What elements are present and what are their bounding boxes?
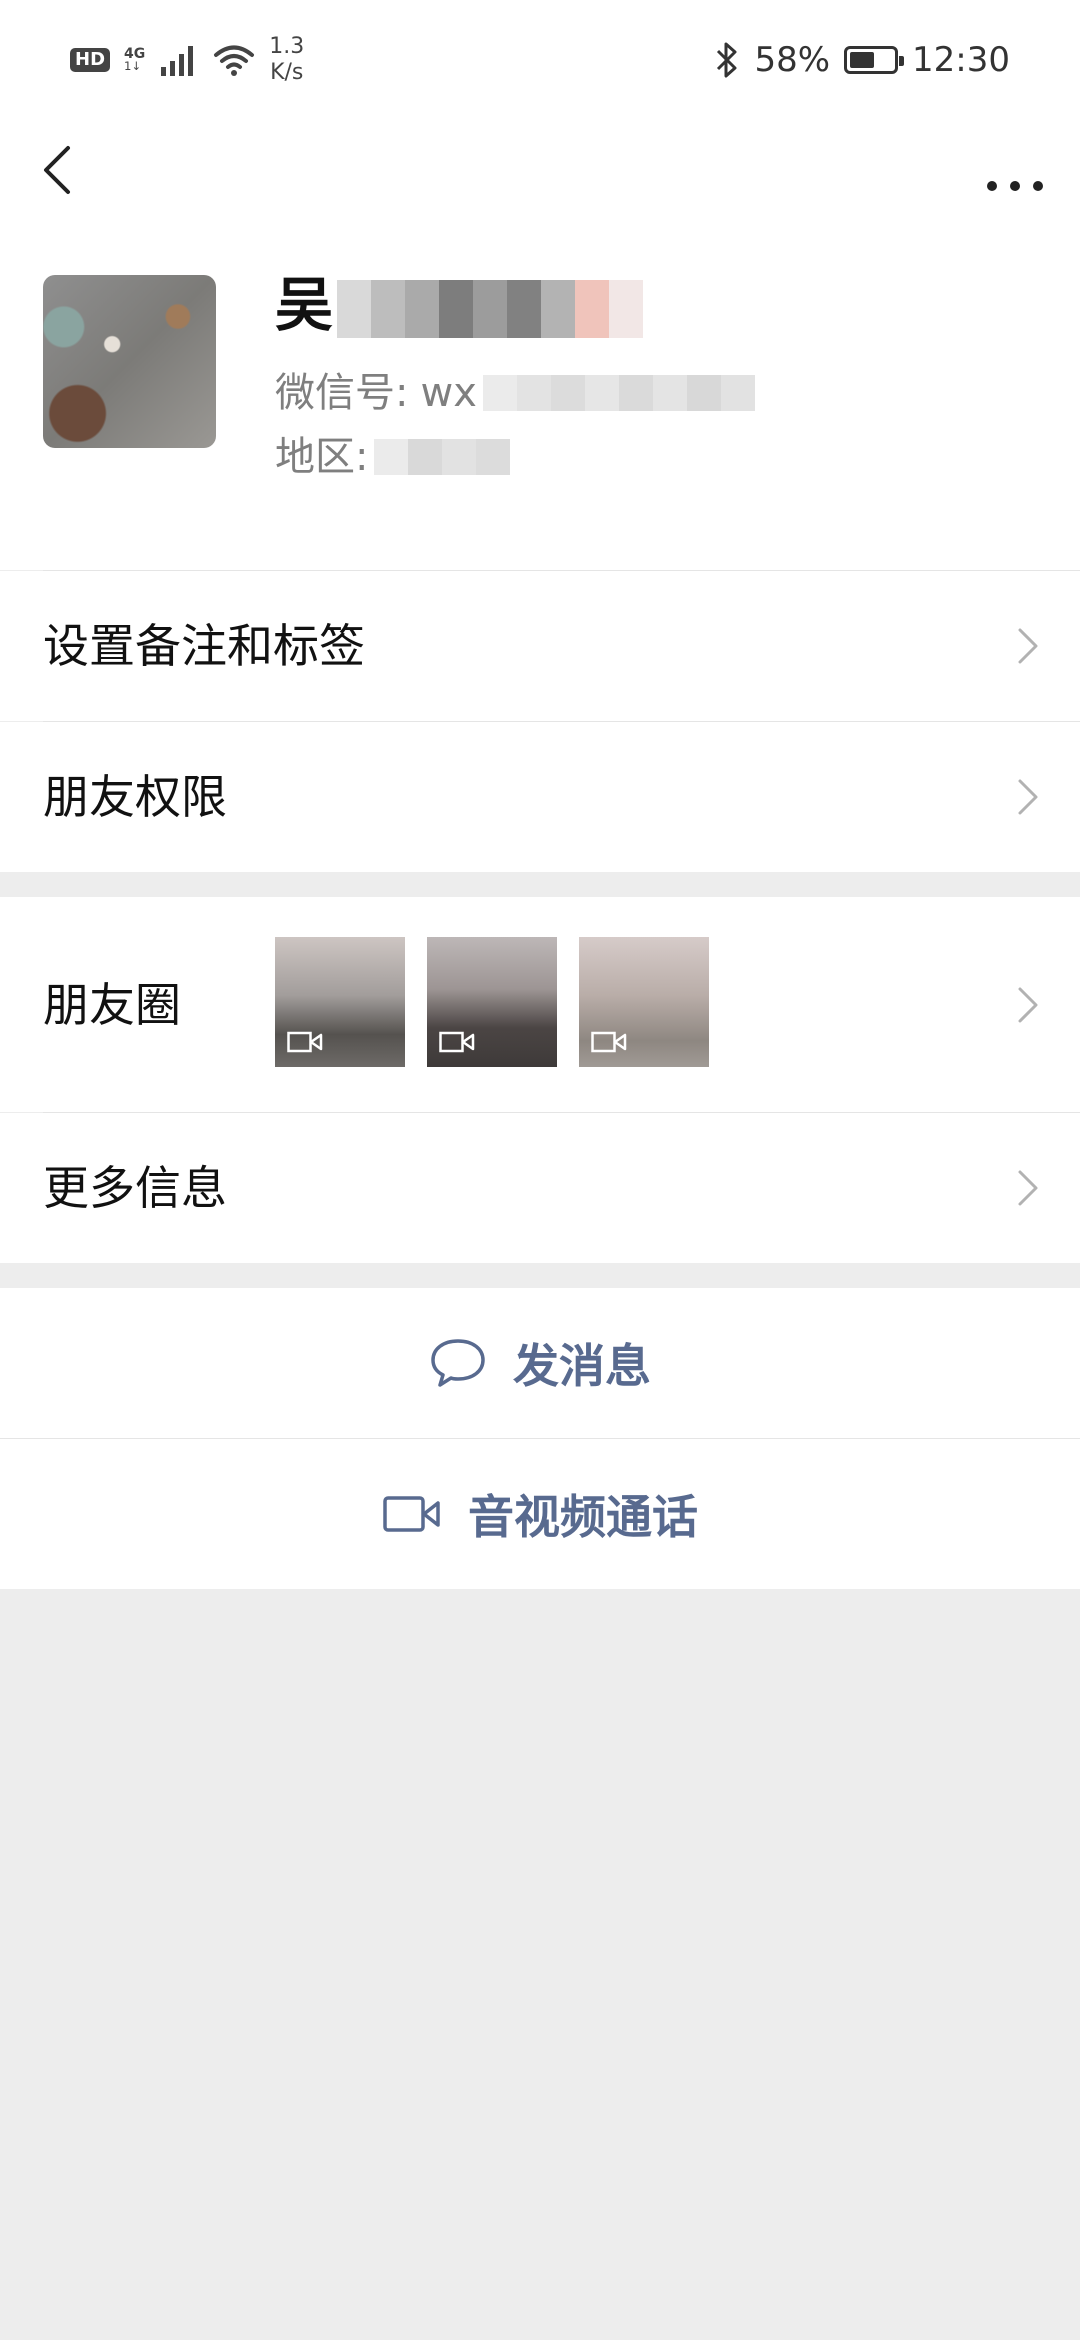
- chevron-right-icon: [1018, 628, 1038, 664]
- friend-permissions-label: 朋友权限: [43, 770, 227, 824]
- nickname-text: 吴: [275, 271, 334, 339]
- moments-label: 朋友圈: [43, 978, 181, 1032]
- avatar[interactable]: [43, 275, 216, 448]
- more-options-icon[interactable]: [980, 140, 1050, 200]
- moment-thumbnail: [275, 937, 405, 1067]
- nickname: 吴: [275, 270, 644, 340]
- region-label: 地区:: [275, 434, 369, 480]
- wifi-icon: [214, 45, 255, 76]
- status-right: 58% 12:30: [714, 40, 1010, 80]
- network-speed-unit: K/s: [270, 60, 304, 85]
- moments-thumbnails: [275, 937, 709, 1067]
- more-info-row[interactable]: 更多信息: [0, 1113, 1080, 1263]
- back-arrow-icon[interactable]: [32, 140, 92, 200]
- wechat-id-label: 微信号:: [275, 370, 409, 416]
- remark-and-tags-label: 设置备注和标签: [43, 619, 365, 673]
- video-icon: [287, 1031, 323, 1053]
- wechat-id-value: wx: [420, 370, 477, 416]
- network-sub-label: 1↓: [124, 59, 142, 74]
- battery-percent: 58%: [754, 40, 831, 80]
- network-type: 4G 1↓: [124, 47, 145, 73]
- battery-icon: [844, 46, 905, 74]
- region-mosaic: [374, 439, 511, 475]
- bluetooth-icon: [717, 42, 737, 78]
- video-call-button[interactable]: 音视频通话: [0, 1439, 1080, 1589]
- battery-fill: [850, 52, 875, 68]
- profile-header: 吴 微信号: wx 地区:: [0, 220, 1080, 570]
- video-icon: [439, 1031, 475, 1053]
- send-message-label: 发消息: [513, 1339, 651, 1393]
- network-speed-value: 1.3: [269, 34, 305, 59]
- send-message-button[interactable]: 发消息: [0, 1288, 1080, 1438]
- chevron-right-icon: [1018, 987, 1038, 1023]
- video-call-label: 音视频通话: [468, 1490, 698, 1544]
- remark-and-tags-row[interactable]: 设置备注和标签: [0, 571, 1080, 721]
- nav-bar: [0, 120, 1080, 220]
- moment-thumbnail: [427, 937, 557, 1067]
- signal-icon: [161, 46, 194, 76]
- hd-badge: HD: [70, 48, 111, 72]
- moments-row[interactable]: 朋友圈: [0, 897, 1080, 1112]
- friend-permissions-row[interactable]: 朋友权限: [0, 722, 1080, 872]
- chevron-right-icon: [1018, 779, 1038, 815]
- network-speed: 1.3 K/s: [269, 34, 304, 86]
- wechat-id: 微信号: wx: [275, 368, 755, 418]
- video-camera-icon: [383, 1496, 440, 1532]
- moment-thumbnail: [579, 937, 709, 1067]
- chevron-right-icon: [1018, 1170, 1038, 1206]
- clock: 12:30: [912, 40, 1010, 80]
- video-icon: [591, 1031, 627, 1053]
- chat-bubble-icon: [431, 1339, 485, 1387]
- region: 地区:: [275, 432, 511, 482]
- status-bar: HD 4G 1↓ 1.3 K/s 58% 12:30: [0, 0, 1080, 120]
- nickname-mosaic: [337, 279, 644, 338]
- wechat-id-mosaic: [482, 375, 755, 411]
- status-left: HD 4G 1↓ 1.3 K/s: [70, 34, 304, 86]
- more-info-label: 更多信息: [43, 1161, 227, 1215]
